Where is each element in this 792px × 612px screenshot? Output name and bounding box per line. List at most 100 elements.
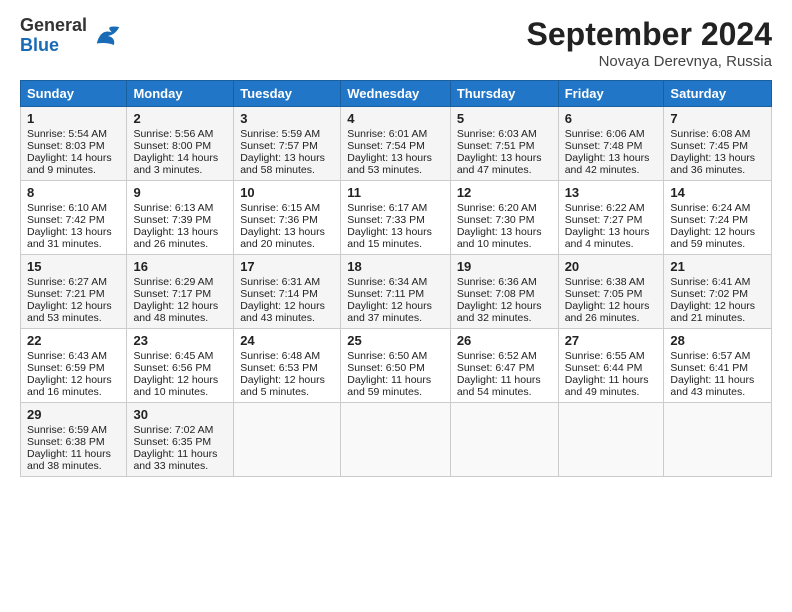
sunset-label: Sunset: 8:03 PM (27, 140, 105, 152)
day-number: 3 (240, 111, 334, 126)
sunset-label: Sunset: 7:33 PM (347, 214, 425, 226)
daylight-label: Daylight: 13 hours and 36 minutes. (670, 152, 755, 176)
daylight-label: Daylight: 12 hours and 37 minutes. (347, 300, 432, 324)
calendar-cell: 17Sunrise: 6:31 AMSunset: 7:14 PMDayligh… (234, 255, 341, 329)
weekday-header-tuesday: Tuesday (234, 81, 341, 107)
sunset-label: Sunset: 7:48 PM (565, 140, 643, 152)
daylight-label: Daylight: 13 hours and 58 minutes. (240, 152, 325, 176)
weekday-header-wednesday: Wednesday (341, 81, 451, 107)
sunset-label: Sunset: 6:59 PM (27, 362, 105, 374)
calendar-week-4: 22Sunrise: 6:43 AMSunset: 6:59 PMDayligh… (21, 329, 772, 403)
sunrise-label: Sunrise: 6:36 AM (457, 276, 537, 288)
day-number: 6 (565, 111, 658, 126)
weekday-header-thursday: Thursday (450, 81, 558, 107)
day-number: 17 (240, 259, 334, 274)
day-number: 19 (457, 259, 552, 274)
calendar-cell: 22Sunrise: 6:43 AMSunset: 6:59 PMDayligh… (21, 329, 127, 403)
calendar-cell (234, 403, 341, 477)
sunset-label: Sunset: 6:35 PM (133, 436, 211, 448)
sunset-label: Sunset: 6:41 PM (670, 362, 748, 374)
calendar-cell (558, 403, 664, 477)
daylight-label: Daylight: 11 hours and 33 minutes. (133, 448, 217, 472)
daylight-label: Daylight: 13 hours and 47 minutes. (457, 152, 542, 176)
calendar-cell: 7Sunrise: 6:08 AMSunset: 7:45 PMDaylight… (664, 107, 772, 181)
sunset-label: Sunset: 7:24 PM (670, 214, 748, 226)
daylight-label: Daylight: 12 hours and 53 minutes. (27, 300, 112, 324)
day-number: 12 (457, 185, 552, 200)
calendar-cell: 23Sunrise: 6:45 AMSunset: 6:56 PMDayligh… (127, 329, 234, 403)
daylight-label: Daylight: 13 hours and 15 minutes. (347, 226, 432, 250)
calendar-cell: 21Sunrise: 6:41 AMSunset: 7:02 PMDayligh… (664, 255, 772, 329)
calendar-cell: 1Sunrise: 5:54 AMSunset: 8:03 PMDaylight… (21, 107, 127, 181)
sunrise-label: Sunrise: 6:55 AM (565, 350, 645, 362)
sunrise-label: Sunrise: 6:34 AM (347, 276, 427, 288)
daylight-label: Daylight: 14 hours and 3 minutes. (133, 152, 218, 176)
daylight-label: Daylight: 12 hours and 48 minutes. (133, 300, 218, 324)
sunrise-label: Sunrise: 6:10 AM (27, 202, 107, 214)
day-number: 2 (133, 111, 227, 126)
calendar-cell (664, 403, 772, 477)
logo-general: General (20, 16, 87, 36)
daylight-label: Daylight: 11 hours and 59 minutes. (347, 374, 431, 398)
calendar-cell: 13Sunrise: 6:22 AMSunset: 7:27 PMDayligh… (558, 181, 664, 255)
calendar-cell: 2 Sunrise: 5:56 AMSunset: 8:00 PMDaylight… (127, 107, 234, 181)
calendar-table: SundayMondayTuesdayWednesdayThursdayFrid… (20, 80, 772, 477)
sunrise-label: Sunrise: 6:17 AM (347, 202, 427, 214)
day-number: 24 (240, 333, 334, 348)
daylight-label: Daylight: 11 hours and 54 minutes. (457, 374, 541, 398)
weekday-header-friday: Friday (558, 81, 664, 107)
calendar-cell: 11Sunrise: 6:17 AMSunset: 7:33 PMDayligh… (341, 181, 451, 255)
day-number: 14 (670, 185, 765, 200)
weekday-header-sunday: Sunday (21, 81, 127, 107)
sunrise-label: Sunrise: 6:50 AM (347, 350, 427, 362)
page: General Blue September 2024 Novaya Derev… (0, 0, 792, 612)
day-number: 9 (133, 185, 227, 200)
sunset-label: Sunset: 7:51 PM (457, 140, 535, 152)
daylight-label: Daylight: 13 hours and 10 minutes. (457, 226, 542, 250)
day-number: 26 (457, 333, 552, 348)
day-number: 30 (133, 407, 227, 422)
day-number: 29 (27, 407, 120, 422)
daylight-label: Daylight: 13 hours and 53 minutes. (347, 152, 432, 176)
sunset-label: Sunset: 8:00 PM (133, 140, 211, 152)
sunrise-label: Sunrise: 6:52 AM (457, 350, 537, 362)
sunset-label: Sunset: 7:11 PM (347, 288, 424, 300)
sunset-label: Sunset: 6:38 PM (27, 436, 105, 448)
sunrise-label: Sunrise: 6:24 AM (670, 202, 750, 214)
calendar-cell: 20Sunrise: 6:38 AMSunset: 7:05 PMDayligh… (558, 255, 664, 329)
sunrise-label: Sunrise: 5:56 AM (133, 128, 213, 140)
daylight-label: Daylight: 11 hours and 43 minutes. (670, 374, 754, 398)
calendar-cell: 15Sunrise: 6:27 AMSunset: 7:21 PMDayligh… (21, 255, 127, 329)
sunrise-label: Sunrise: 6:06 AM (565, 128, 645, 140)
daylight-label: Daylight: 11 hours and 38 minutes. (27, 448, 111, 472)
day-number: 22 (27, 333, 120, 348)
month-title: September 2024 (527, 16, 772, 53)
daylight-label: Daylight: 12 hours and 43 minutes. (240, 300, 325, 324)
calendar-week-3: 15Sunrise: 6:27 AMSunset: 7:21 PMDayligh… (21, 255, 772, 329)
sunrise-label: Sunrise: 6:48 AM (240, 350, 320, 362)
daylight-label: Daylight: 12 hours and 32 minutes. (457, 300, 542, 324)
sunrise-label: Sunrise: 7:02 AM (133, 424, 213, 436)
sunset-label: Sunset: 6:47 PM (457, 362, 535, 374)
title-block: September 2024 Novaya Derevnya, Russia (527, 16, 772, 70)
sunrise-label: Sunrise: 6:08 AM (670, 128, 750, 140)
daylight-label: Daylight: 14 hours and 9 minutes. (27, 152, 112, 176)
weekday-header-saturday: Saturday (664, 81, 772, 107)
daylight-label: Daylight: 13 hours and 31 minutes. (27, 226, 112, 250)
daylight-label: Daylight: 13 hours and 26 minutes. (133, 226, 218, 250)
sunset-label: Sunset: 7:42 PM (27, 214, 105, 226)
calendar-cell: 9Sunrise: 6:13 AMSunset: 7:39 PMDaylight… (127, 181, 234, 255)
calendar-week-2: 8Sunrise: 6:10 AMSunset: 7:42 PMDaylight… (21, 181, 772, 255)
sunset-label: Sunset: 6:50 PM (347, 362, 425, 374)
sunset-label: Sunset: 7:45 PM (670, 140, 748, 152)
calendar-cell: 6 Sunrise: 6:06 AMSunset: 7:48 PMDaylight… (558, 107, 664, 181)
sunrise-label: Sunrise: 6:59 AM (27, 424, 107, 436)
sunrise-label: Sunrise: 6:27 AM (27, 276, 107, 288)
daylight-label: Daylight: 13 hours and 42 minutes. (565, 152, 650, 176)
sunset-label: Sunset: 7:30 PM (457, 214, 535, 226)
day-number: 25 (347, 333, 444, 348)
sunrise-label: Sunrise: 6:13 AM (133, 202, 213, 214)
calendar-cell: 28Sunrise: 6:57 AMSunset: 6:41 PMDayligh… (664, 329, 772, 403)
logo: General Blue (20, 16, 123, 56)
day-number: 23 (133, 333, 227, 348)
